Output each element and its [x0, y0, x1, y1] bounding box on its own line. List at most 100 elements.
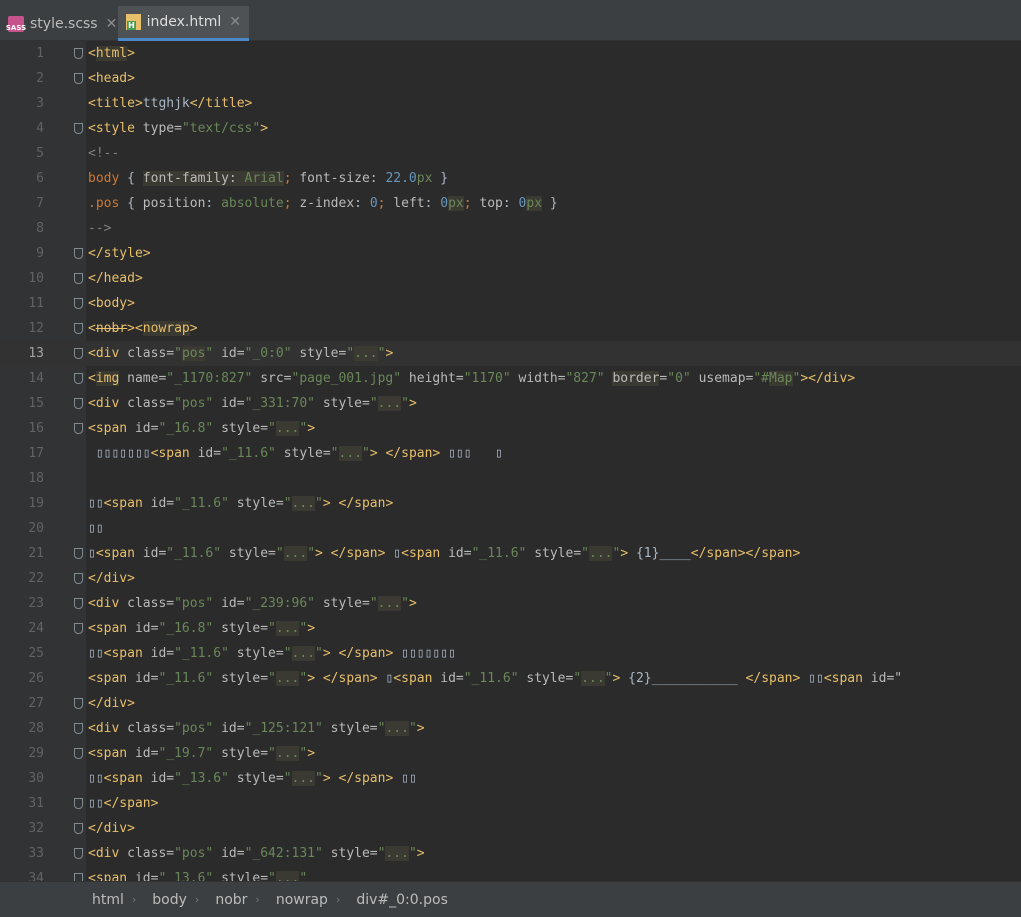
line-number: 3	[36, 96, 44, 111]
tab-style-scss[interactable]: SASS style.scss ✕	[0, 6, 117, 41]
code-text: </div>	[88, 571, 135, 586]
code-text: ▯▯	[88, 521, 104, 536]
code-text: </div>	[88, 821, 135, 836]
code-text: </head>	[88, 271, 143, 286]
code-editor[interactable]: 1 <html> 2 <head> 3 <title>ttghjk</title> 4…	[0, 41, 1021, 881]
fold-icon[interactable]	[74, 548, 83, 559]
code-line[interactable]: 34 <span id="_13.6" style="..."	[0, 866, 1021, 881]
code-text: <html>	[88, 46, 135, 61]
chevron-right-icon: ›	[131, 893, 137, 906]
fold-icon[interactable]	[74, 798, 83, 809]
line-number: 2	[36, 71, 44, 86]
fold-icon[interactable]	[74, 723, 83, 734]
code-text: <span id="_13.6" style="..."	[88, 866, 307, 881]
line-number: 5	[36, 146, 44, 161]
code-line[interactable]: 30 ▯▯<span id="_13.6" style="..."> </span…	[0, 766, 1021, 791]
line-number: 18	[28, 471, 44, 486]
line-number: 31	[28, 796, 44, 811]
code-line[interactable]: 16 <span id="_16.8" style="...">	[0, 416, 1021, 441]
code-line[interactable]: 33 <div class="pos" id="_642:131" style="…	[0, 841, 1021, 866]
breadcrumb-item[interactable]: nobr	[215, 892, 247, 908]
code-line[interactable]: 1 <html>	[0, 41, 1021, 66]
code-line[interactable]: 26 <span id="_11.6" style="..."> </span> …	[0, 666, 1021, 691]
fold-icon[interactable]	[74, 598, 83, 609]
code-line-current[interactable]: 13 <div class="pos" id="_0:0" style="..."…	[0, 341, 1021, 366]
breadcrumb-item[interactable]: html	[92, 892, 124, 908]
code-text: ▯▯<span id="_11.6" style="..."> </span>	[88, 496, 394, 511]
code-text: <div class="pos" id="_125:121" style="..…	[88, 721, 425, 736]
code-text: <body>	[88, 296, 135, 311]
fold-icon[interactable]	[74, 823, 83, 834]
code-line[interactable]: 21 ▯<span id="_11.6" style="..."> </span>…	[0, 541, 1021, 566]
code-line[interactable]: 24 <span id="_16.8" style="...">	[0, 616, 1021, 641]
code-text: <img name="_1170:827" src="page_001.jpg"…	[88, 371, 856, 386]
code-line[interactable]: 11 <body>	[0, 291, 1021, 316]
code-line[interactable]: 10 </head>	[0, 266, 1021, 291]
fold-icon[interactable]	[74, 48, 83, 59]
code-line[interactable]: 12 <nobr><nowrap>	[0, 316, 1021, 341]
fold-icon[interactable]	[74, 273, 83, 284]
code-line[interactable]: 14 <img name="_1170:827" src="page_001.jp…	[0, 366, 1021, 391]
code-line[interactable]: 8 -->	[0, 216, 1021, 241]
chevron-right-icon: ›	[335, 893, 341, 906]
line-number: 9	[36, 246, 44, 261]
code-line[interactable]: 22 </div>	[0, 566, 1021, 591]
line-number: 4	[36, 121, 44, 136]
breadcrumb-item[interactable]: body	[152, 892, 187, 908]
close-icon[interactable]: ✕	[229, 14, 241, 30]
tab-index-html[interactable]: index.html ✕	[118, 6, 249, 41]
code-line[interactable]: 15 <div class="pos" id="_331:70" style=".…	[0, 391, 1021, 416]
fold-icon[interactable]	[74, 398, 83, 409]
fold-icon[interactable]	[74, 248, 83, 259]
fold-icon[interactable]	[74, 298, 83, 309]
close-icon[interactable]: ✕	[106, 16, 118, 32]
code-text: <div class="pos" id="_239:96" style="...…	[88, 596, 417, 611]
fold-icon[interactable]	[74, 873, 83, 881]
code-line[interactable]: 6 body { font-family: Arial; font-size: 2…	[0, 166, 1021, 191]
fold-icon[interactable]	[74, 848, 83, 859]
fold-icon[interactable]	[74, 748, 83, 759]
fold-icon[interactable]	[74, 623, 83, 634]
code-text: <title>ttghjk</title>	[88, 96, 253, 111]
code-text: .pos { position: absolute; z-index: 0; l…	[88, 196, 558, 211]
code-text: ▯▯<span id="_11.6" style="..."> </span> …	[88, 646, 456, 661]
code-text: <div class="pos" id="_331:70" style="...…	[88, 396, 417, 411]
code-text: </style>	[88, 246, 151, 261]
code-line[interactable]: 9 </style>	[0, 241, 1021, 266]
code-text: <head>	[88, 71, 135, 86]
code-line[interactable]: 29 <span id="_19.7" style="...">	[0, 741, 1021, 766]
code-line[interactable]: 5 <!--	[0, 141, 1021, 166]
code-line[interactable]: 3 <title>ttghjk</title>	[0, 91, 1021, 116]
fold-icon[interactable]	[74, 323, 83, 334]
code-line[interactable]: 18	[0, 466, 1021, 491]
breadcrumb-item[interactable]: div#_0:0.pos	[356, 892, 448, 908]
fold-icon[interactable]	[74, 348, 83, 359]
code-line[interactable]: 23 <div class="pos" id="_239:96" style=".…	[0, 591, 1021, 616]
code-line[interactable]: 17 ▯▯▯▯▯▯▯<span id="_11.6" style="..."> …	[0, 441, 1021, 466]
code-line[interactable]: 7 .pos { position: absolute; z-index: 0; …	[0, 191, 1021, 216]
line-number: 29	[28, 746, 44, 761]
code-line[interactable]: 4 <style type="text/css">	[0, 116, 1021, 141]
fold-icon[interactable]	[74, 123, 83, 134]
line-number: 10	[28, 271, 44, 286]
code-line[interactable]: 31 ▯▯</span>	[0, 791, 1021, 816]
code-line[interactable]: 19 ▯▯<span id="_11.6" style="..."> </span…	[0, 491, 1021, 516]
fold-icon[interactable]	[74, 573, 83, 584]
code-line[interactable]: 20 ▯▯	[0, 516, 1021, 541]
code-line[interactable]: 25 ▯▯<span id="_11.6" style="..."> </span…	[0, 641, 1021, 666]
line-number: 20	[28, 521, 44, 536]
fold-icon[interactable]	[74, 73, 83, 84]
code-line[interactable]: 2 <head>	[0, 66, 1021, 91]
fold-icon[interactable]	[74, 698, 83, 709]
code-text: <div class="pos" id="_0:0" style="...">	[88, 346, 394, 361]
breadcrumb-item[interactable]: nowrap	[276, 892, 328, 908]
line-number: 6	[36, 171, 44, 186]
code-line[interactable]: 28 <div class="pos" id="_125:121" style="…	[0, 716, 1021, 741]
code-line[interactable]: 32 </div>	[0, 816, 1021, 841]
code-text: </div>	[88, 696, 135, 711]
code-line[interactable]: 27 </div>	[0, 691, 1021, 716]
tab-label: index.html	[146, 14, 222, 30]
fold-icon[interactable]	[74, 423, 83, 434]
line-number: 34	[28, 871, 44, 881]
fold-icon[interactable]	[74, 373, 83, 384]
